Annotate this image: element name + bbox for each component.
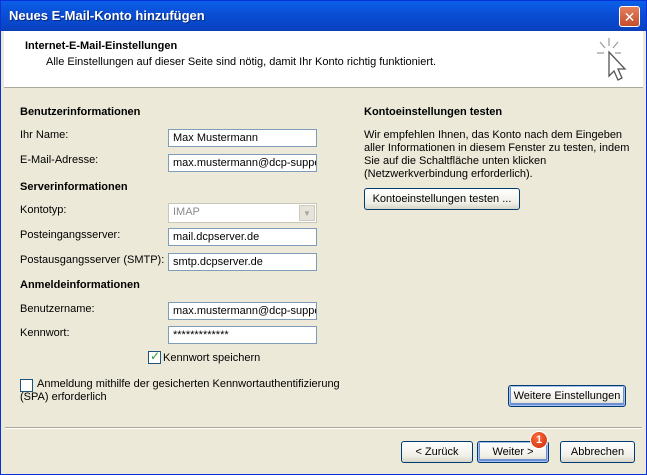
section-login-info: Anmeldeinformationen bbox=[20, 279, 140, 291]
header-subtitle: Alle Einstellungen auf dieser Seite sind… bbox=[46, 56, 437, 68]
email-label: E-Mail-Adresse: bbox=[20, 154, 99, 166]
footer-divider bbox=[5, 427, 642, 429]
test-account-button[interactable]: Kontoeinstellungen testen ... bbox=[364, 188, 520, 210]
spa-label-line2[interactable]: (SPA) erforderlich bbox=[20, 391, 107, 403]
checkmark-icon: ✓ bbox=[150, 349, 161, 363]
outgoing-label: Postausgangsserver (SMTP): bbox=[20, 254, 165, 266]
title-bar[interactable]: Neues E-Mail-Konto hinzufügen ✕ bbox=[1, 1, 646, 31]
close-button[interactable]: ✕ bbox=[619, 6, 640, 27]
account-type-label: Kontotyp: bbox=[20, 204, 67, 216]
name-input[interactable]: Max Mustermann bbox=[168, 129, 317, 147]
account-type-select[interactable]: IMAP ▼ bbox=[168, 203, 317, 223]
test-description: Wir empfehlen Ihnen, das Konto nach dem … bbox=[364, 129, 630, 180]
password-label: Kennwort: bbox=[20, 327, 70, 339]
header-title: Internet-E-Mail-Einstellungen bbox=[25, 40, 178, 52]
dialog-window: Neues E-Mail-Konto hinzufügen ✕ Internet… bbox=[0, 0, 647, 475]
step-badge: 1 bbox=[530, 431, 548, 449]
incoming-server-input[interactable]: mail.dcpserver.de bbox=[168, 228, 317, 246]
incoming-label: Posteingangsserver: bbox=[20, 229, 121, 241]
email-input[interactable]: max.mustermann@dcp-suppo bbox=[168, 154, 317, 172]
section-user-info: Benutzerinformationen bbox=[20, 106, 141, 118]
cursor-sparkle-icon bbox=[597, 38, 627, 81]
close-icon: ✕ bbox=[623, 8, 636, 25]
password-input[interactable]: ************* bbox=[168, 326, 317, 344]
chevron-down-icon[interactable]: ▼ bbox=[299, 205, 315, 221]
save-password-label[interactable]: Kennwort speichern bbox=[163, 352, 260, 364]
section-server-info: Serverinformationen bbox=[20, 181, 128, 193]
account-type-value: IMAP bbox=[173, 206, 200, 218]
username-label: Benutzername: bbox=[20, 303, 95, 315]
spa-label-line1[interactable]: Anmeldung mithilfe der gesicherten Kennw… bbox=[37, 378, 340, 390]
section-test: Kontoeinstellungen testen bbox=[364, 106, 503, 118]
wizard-header: Internet-E-Mail-Einstellungen Alle Einst… bbox=[4, 31, 643, 88]
window-title: Neues E-Mail-Konto hinzufügen bbox=[9, 8, 205, 23]
more-settings-button[interactable]: Weitere Einstellungen bbox=[508, 385, 626, 407]
save-password-checkbox[interactable]: ✓ bbox=[148, 349, 161, 364]
cancel-button[interactable]: Abbrechen bbox=[560, 441, 635, 463]
back-button[interactable]: < Zurück bbox=[401, 441, 473, 463]
outgoing-server-input[interactable]: smtp.dcpserver.de bbox=[168, 253, 317, 271]
name-label: Ihr Name: bbox=[20, 129, 69, 141]
username-input[interactable]: max.mustermann@dcp-suppo bbox=[168, 302, 317, 320]
